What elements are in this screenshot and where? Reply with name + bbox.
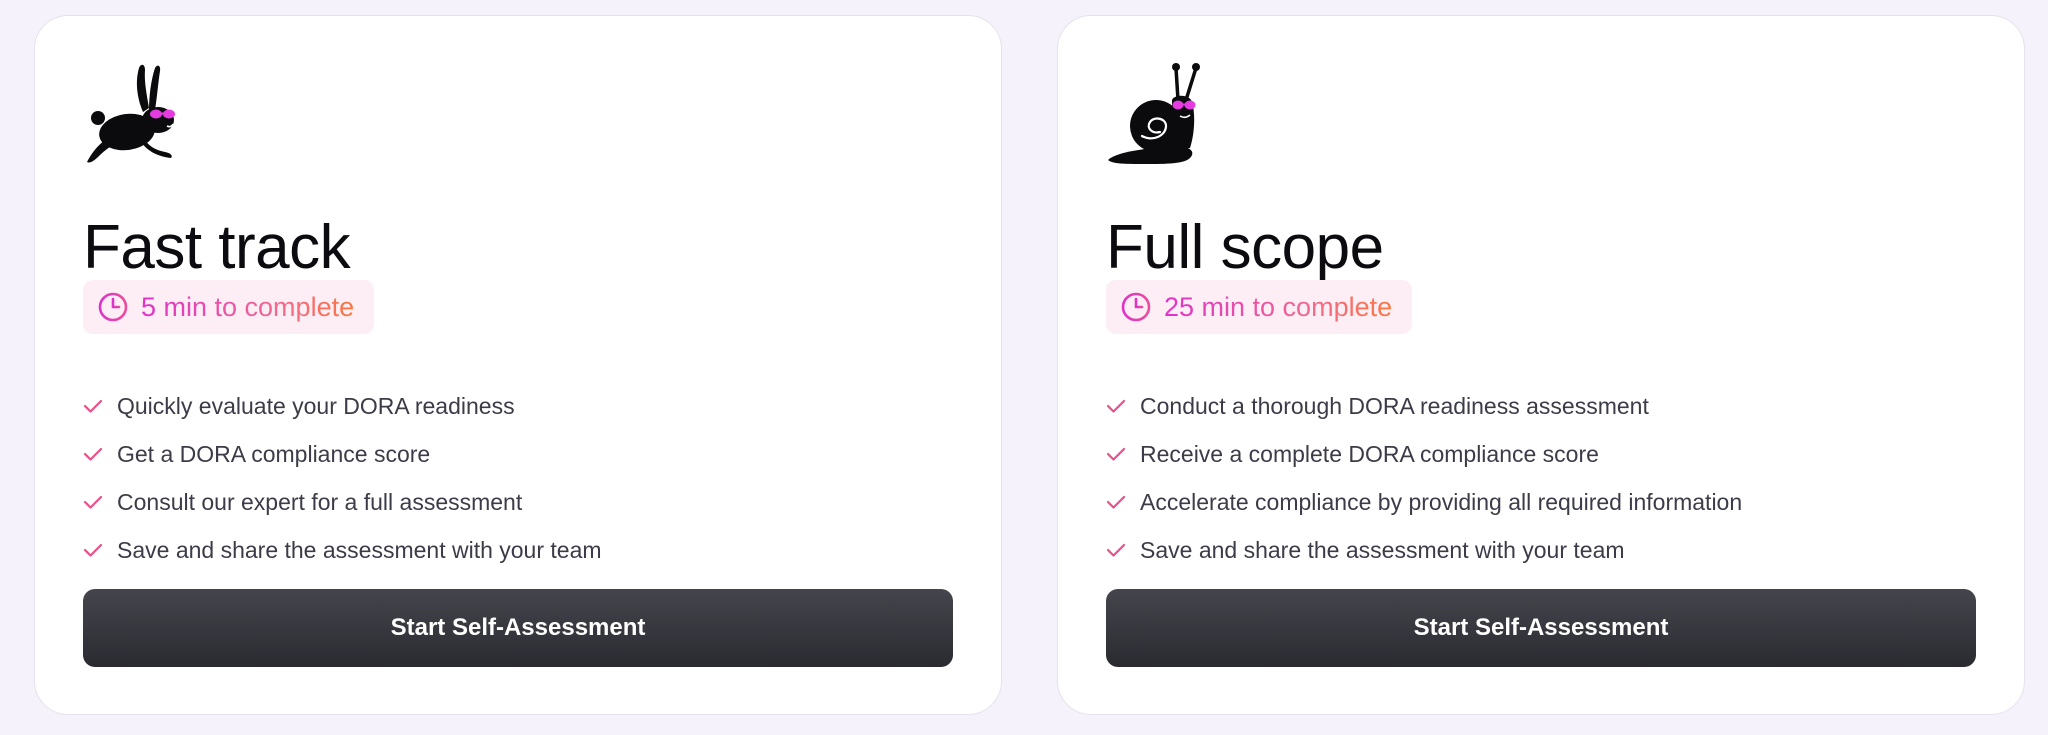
feature-text: Get a DORA compliance score — [117, 440, 431, 467]
duration-badge: 5 min to complete — [83, 280, 375, 334]
plan-card-full-scope: Full scope 25 min to complete Conduct a … — [1057, 15, 2025, 715]
list-item: Consult our expert for a full assessment — [83, 478, 602, 526]
feature-text: Accelerate compliance by providing all r… — [1140, 488, 1743, 515]
list-item: Receive a complete DORA compliance score — [1106, 430, 1742, 478]
feature-list: Quickly evaluate your DORA readiness Get… — [83, 382, 602, 574]
feature-text: Receive a complete DORA compliance score — [1140, 440, 1599, 467]
list-item: Save and share the assessment with your … — [83, 526, 602, 574]
feature-list: Conduct a thorough DORA readiness assess… — [1106, 382, 1742, 574]
check-icon — [83, 447, 103, 461]
check-icon — [1106, 543, 1126, 557]
duration-text: 5 min to complete — [141, 280, 354, 334]
duration-text: 25 min to complete — [1164, 280, 1392, 334]
check-icon — [83, 495, 103, 509]
feature-text: Consult our expert for a full assessment — [117, 488, 523, 515]
feature-text: Quickly evaluate your DORA readiness — [117, 392, 515, 419]
rabbit-icon — [87, 64, 175, 163]
snail-icon — [1108, 63, 1200, 164]
list-item: Conduct a thorough DORA readiness assess… — [1106, 382, 1742, 430]
check-icon — [1106, 399, 1126, 413]
list-item: Accelerate compliance by providing all r… — [1106, 478, 1742, 526]
duration-badge: 25 min to complete — [1106, 280, 1413, 334]
list-item: Save and share the assessment with your … — [1106, 526, 1742, 574]
check-icon — [1106, 447, 1126, 461]
plan-card-fast-track: Fast track 5 min to complete Quickly eva… — [34, 15, 1002, 715]
feature-text: Conduct a thorough DORA readiness assess… — [1140, 392, 1649, 419]
list-item: Get a DORA compliance score — [83, 430, 602, 478]
start-self-assessment-button[interactable]: Start Self-Assessment — [1106, 589, 1976, 667]
start-self-assessment-button[interactable]: Start Self-Assessment — [83, 589, 953, 667]
clock-icon — [98, 292, 128, 322]
feature-text: Save and share the assessment with your … — [1140, 536, 1625, 563]
check-icon — [1106, 495, 1126, 509]
plan-title: Full scope — [1106, 213, 1384, 282]
list-item: Quickly evaluate your DORA readiness — [83, 382, 602, 430]
check-icon — [83, 543, 103, 557]
clock-icon — [1121, 292, 1151, 322]
check-icon — [83, 399, 103, 413]
plan-selection: Fast track 5 min to complete Quickly eva… — [0, 0, 2048, 735]
plan-title: Fast track — [83, 213, 351, 282]
feature-text: Save and share the assessment with your … — [117, 536, 602, 563]
